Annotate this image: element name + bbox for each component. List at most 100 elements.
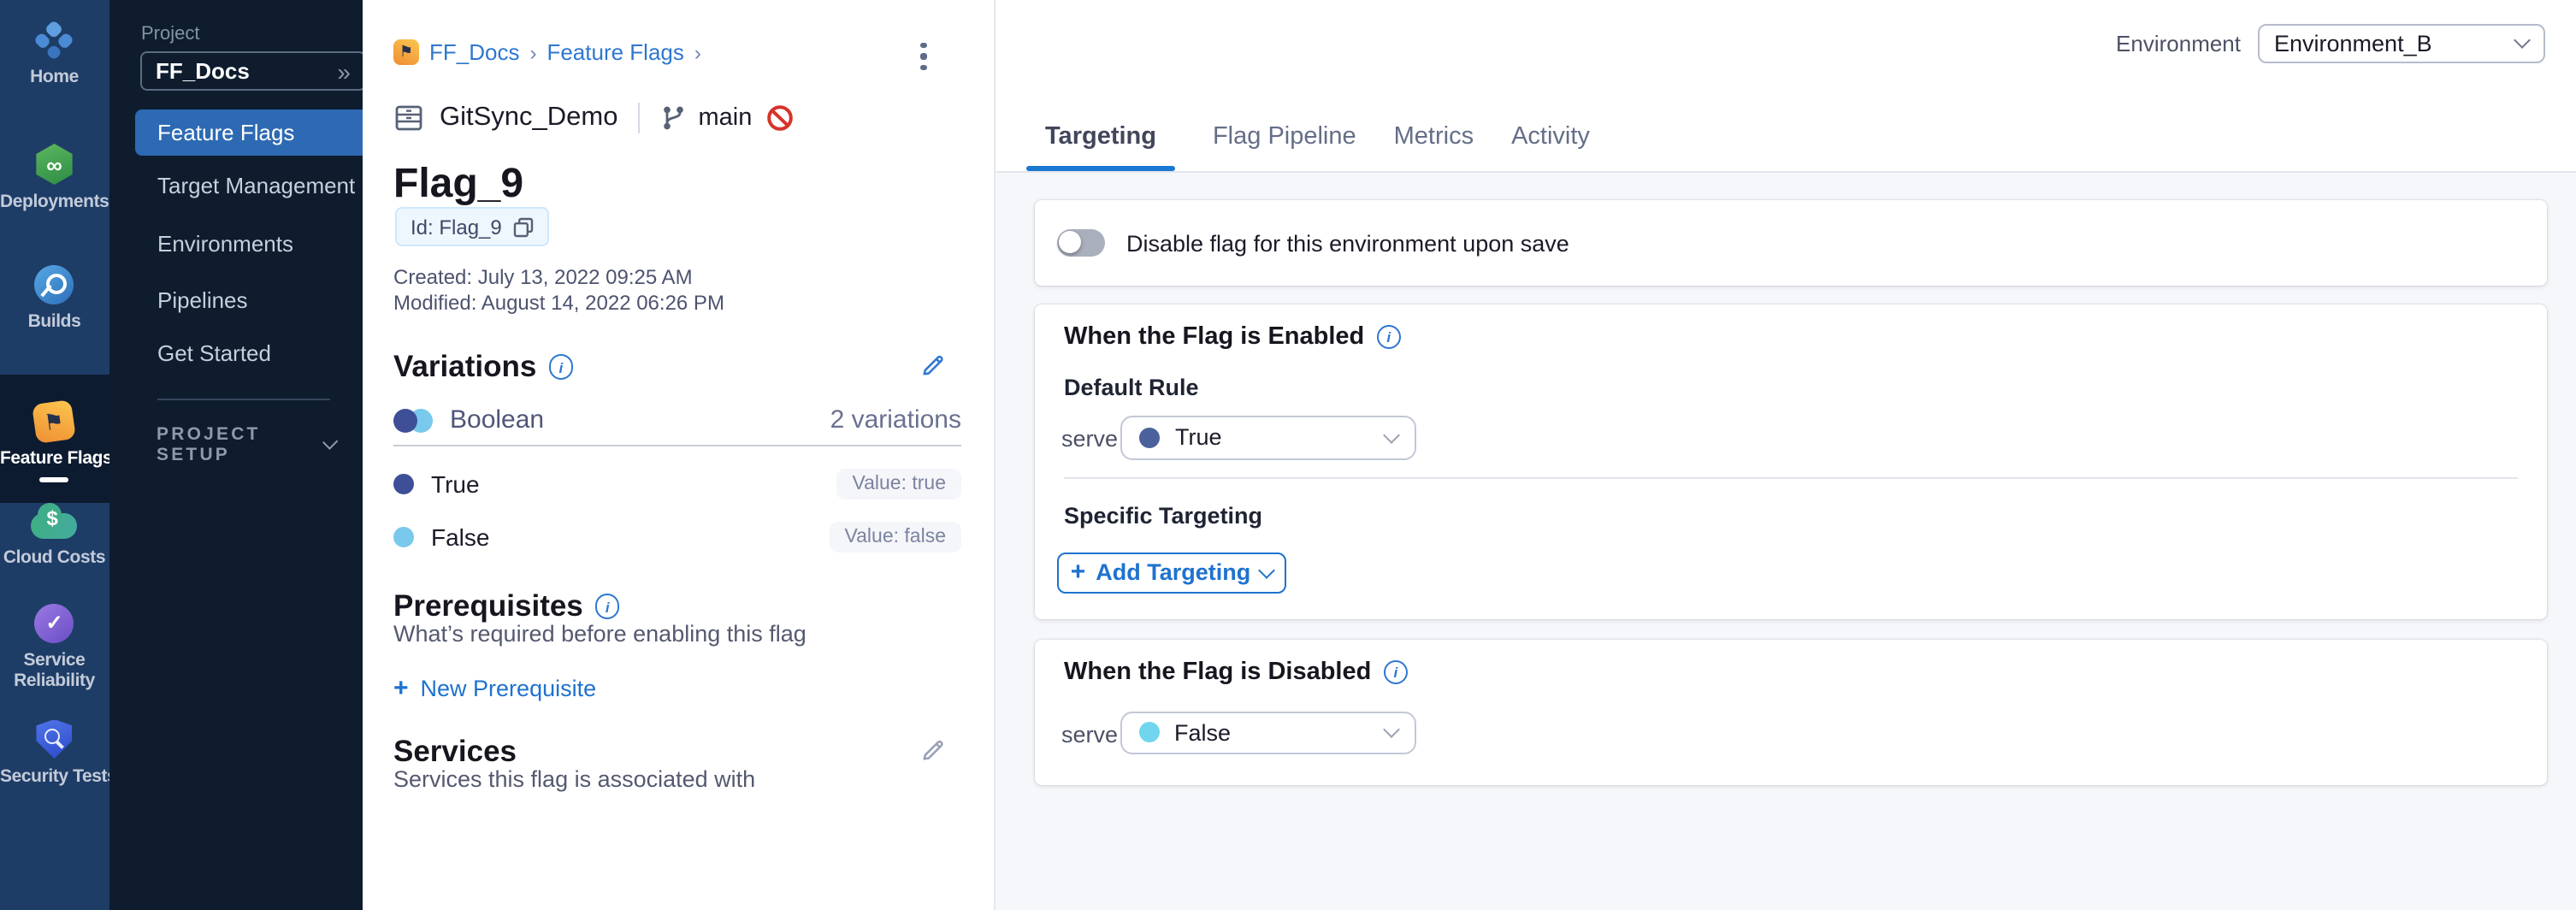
info-icon[interactable] (1376, 325, 1401, 350)
active-module-underline (40, 477, 69, 482)
default-rule-label: Default Rule (1064, 375, 1199, 400)
app-window: Home Deployments Builds Feature Flags Cl… (0, 0, 2576, 910)
serve-label: serve (1061, 426, 1118, 452)
serve-disabled-select[interactable]: False (1120, 712, 1416, 753)
plus-icon (1071, 560, 1086, 586)
add-targeting-button[interactable]: Add Targeting (1057, 552, 1286, 594)
project-setup-label: PROJECT SETUP (157, 424, 325, 465)
sidebar-item-label: Environments (157, 231, 293, 257)
sidebar-item-feature-flags[interactable]: Feature Flags (134, 109, 363, 155)
variation-row-false: False Value: false (393, 522, 961, 552)
variation-count: 2 variations (830, 405, 961, 434)
flag-disabled-title-row: When the Flag is Disabled (1064, 659, 1408, 686)
environment-select[interactable]: Environment_B (2257, 23, 2544, 62)
serve-enabled-value: True (1175, 424, 1222, 450)
flag-modified: Modified: August 14, 2022 06:26 PM (393, 290, 724, 315)
breadcrumb-feature-flags-link[interactable]: Feature Flags (547, 39, 683, 65)
module-service-reliability[interactable]: Service Reliability (0, 600, 109, 693)
sync-disabled-icon (765, 104, 793, 132)
module-feature-flags[interactable]: Feature Flags (0, 399, 109, 482)
edit-variations-button[interactable] (920, 352, 946, 378)
divider (638, 103, 640, 133)
tab-metrics[interactable]: Metrics (1394, 103, 1474, 170)
tab-bar: Targeting Flag Pipeline Metrics Activity (1026, 103, 1590, 170)
variation-type-row: Boolean 2 variations (393, 405, 961, 434)
more-options-button[interactable] (912, 41, 936, 72)
flag-enabled-card: When the Flag is Enabled Default Rule se… (1034, 304, 2547, 619)
tab-activity[interactable]: Activity (1511, 103, 1590, 170)
serve-label: serve (1061, 722, 1118, 748)
environment-value: Environment_B (2274, 30, 2432, 56)
plus-icon (393, 676, 409, 701)
module-nav: Home Deployments Builds Feature Flags Cl… (0, 0, 109, 910)
disable-flag-toggle[interactable] (1056, 230, 1104, 257)
variation-false-dot (393, 527, 414, 547)
module-label: Security Tests (0, 766, 109, 787)
breadcrumb-separator: › (529, 40, 536, 64)
module-home[interactable]: Home (0, 17, 109, 87)
project-label: Project (141, 24, 200, 44)
edit-services-button[interactable] (920, 737, 946, 763)
service-reliability-icon (0, 600, 109, 645)
serve-enabled-select[interactable]: True (1120, 415, 1416, 459)
divider (1064, 476, 2517, 478)
variation-row-true: True Value: true (393, 469, 961, 499)
flag-id-label: Id: Flag_9 (411, 215, 502, 239)
chevron-down-icon (1383, 722, 1400, 739)
info-icon[interactable] (595, 594, 620, 619)
module-builds[interactable]: Builds (0, 262, 109, 332)
variation-value-badge: Value: false (830, 522, 962, 552)
chevron-down-icon (2513, 32, 2530, 49)
tab-targeting[interactable]: Targeting (1026, 103, 1175, 170)
info-icon[interactable] (548, 355, 573, 380)
sidebar-item-label: Pipelines (157, 287, 248, 312)
chevron-down-icon (1383, 426, 1400, 443)
sidebar-item-label: Feature Flags (157, 119, 294, 145)
project-sidebar: Project FF_Docs Feature Flags Target Man… (109, 0, 363, 910)
services-title-row: Services (393, 734, 517, 770)
copy-icon[interactable] (514, 216, 535, 237)
tab-flag-pipeline[interactable]: Flag Pipeline (1213, 103, 1356, 170)
prerequisites-title-row: Prerequisites (393, 588, 620, 624)
builds-icon (0, 262, 109, 306)
prerequisites-title: Prerequisites (393, 588, 583, 624)
variation-value-badge: Value: true (836, 469, 961, 499)
deployments-icon (0, 142, 109, 186)
breadcrumb: FF_Docs › Feature Flags › (393, 39, 701, 65)
module-security-tests[interactable]: Security Tests (0, 717, 109, 787)
gitsync-bar: GitSync_Demo main (393, 103, 793, 133)
variation-name: False (431, 523, 489, 551)
sidebar-item-target-management[interactable]: Target Management (109, 162, 363, 209)
variations-title-row: Variations (393, 349, 573, 385)
project-setup-section[interactable]: PROJECT SETUP (157, 424, 336, 465)
git-branch-name[interactable]: main (698, 104, 752, 132)
environment-panel: Environment Environment_B Targeting Flag… (994, 0, 2576, 910)
module-label: Feature Flags (0, 448, 109, 469)
new-prerequisite-button[interactable]: New Prerequisite (393, 676, 596, 701)
specific-targeting-title: Specific Targeting (1064, 503, 1262, 529)
module-label: Deployments (0, 192, 109, 212)
sidebar-divider (157, 399, 329, 400)
feature-flags-icon (0, 399, 109, 443)
gitsync-repo-name: GitSync_Demo (440, 103, 617, 133)
sidebar-item-label: Get Started (157, 340, 271, 366)
cloud-costs-icon (0, 498, 109, 542)
breadcrumb-project-link[interactable]: FF_Docs (429, 39, 519, 65)
boolean-type-icon (393, 408, 433, 432)
new-prerequisite-label: New Prerequisite (421, 676, 597, 701)
info-icon[interactable] (1383, 660, 1408, 685)
divider (393, 444, 961, 446)
serve-false-dot (1138, 723, 1159, 743)
module-cloud-costs[interactable]: Cloud Costs (0, 498, 109, 568)
sidebar-item-environments[interactable]: Environments (109, 221, 363, 267)
sidebar-item-pipelines[interactable]: Pipelines (109, 276, 363, 322)
module-deployments[interactable]: Deployments (0, 142, 109, 212)
sidebar-item-get-started[interactable]: Get Started (109, 330, 363, 376)
project-selector[interactable]: FF_Docs (140, 51, 366, 91)
variation-true-dot (393, 474, 414, 494)
flag-enabled-title: When the Flag is Enabled (1064, 323, 1364, 351)
variation-type: Boolean (450, 405, 544, 434)
flag-disabled-card: When the Flag is Disabled serve False (1034, 640, 2547, 784)
disable-flag-label: Disable flag for this environment upon s… (1126, 230, 1569, 256)
git-branch-icon[interactable] (660, 104, 686, 132)
